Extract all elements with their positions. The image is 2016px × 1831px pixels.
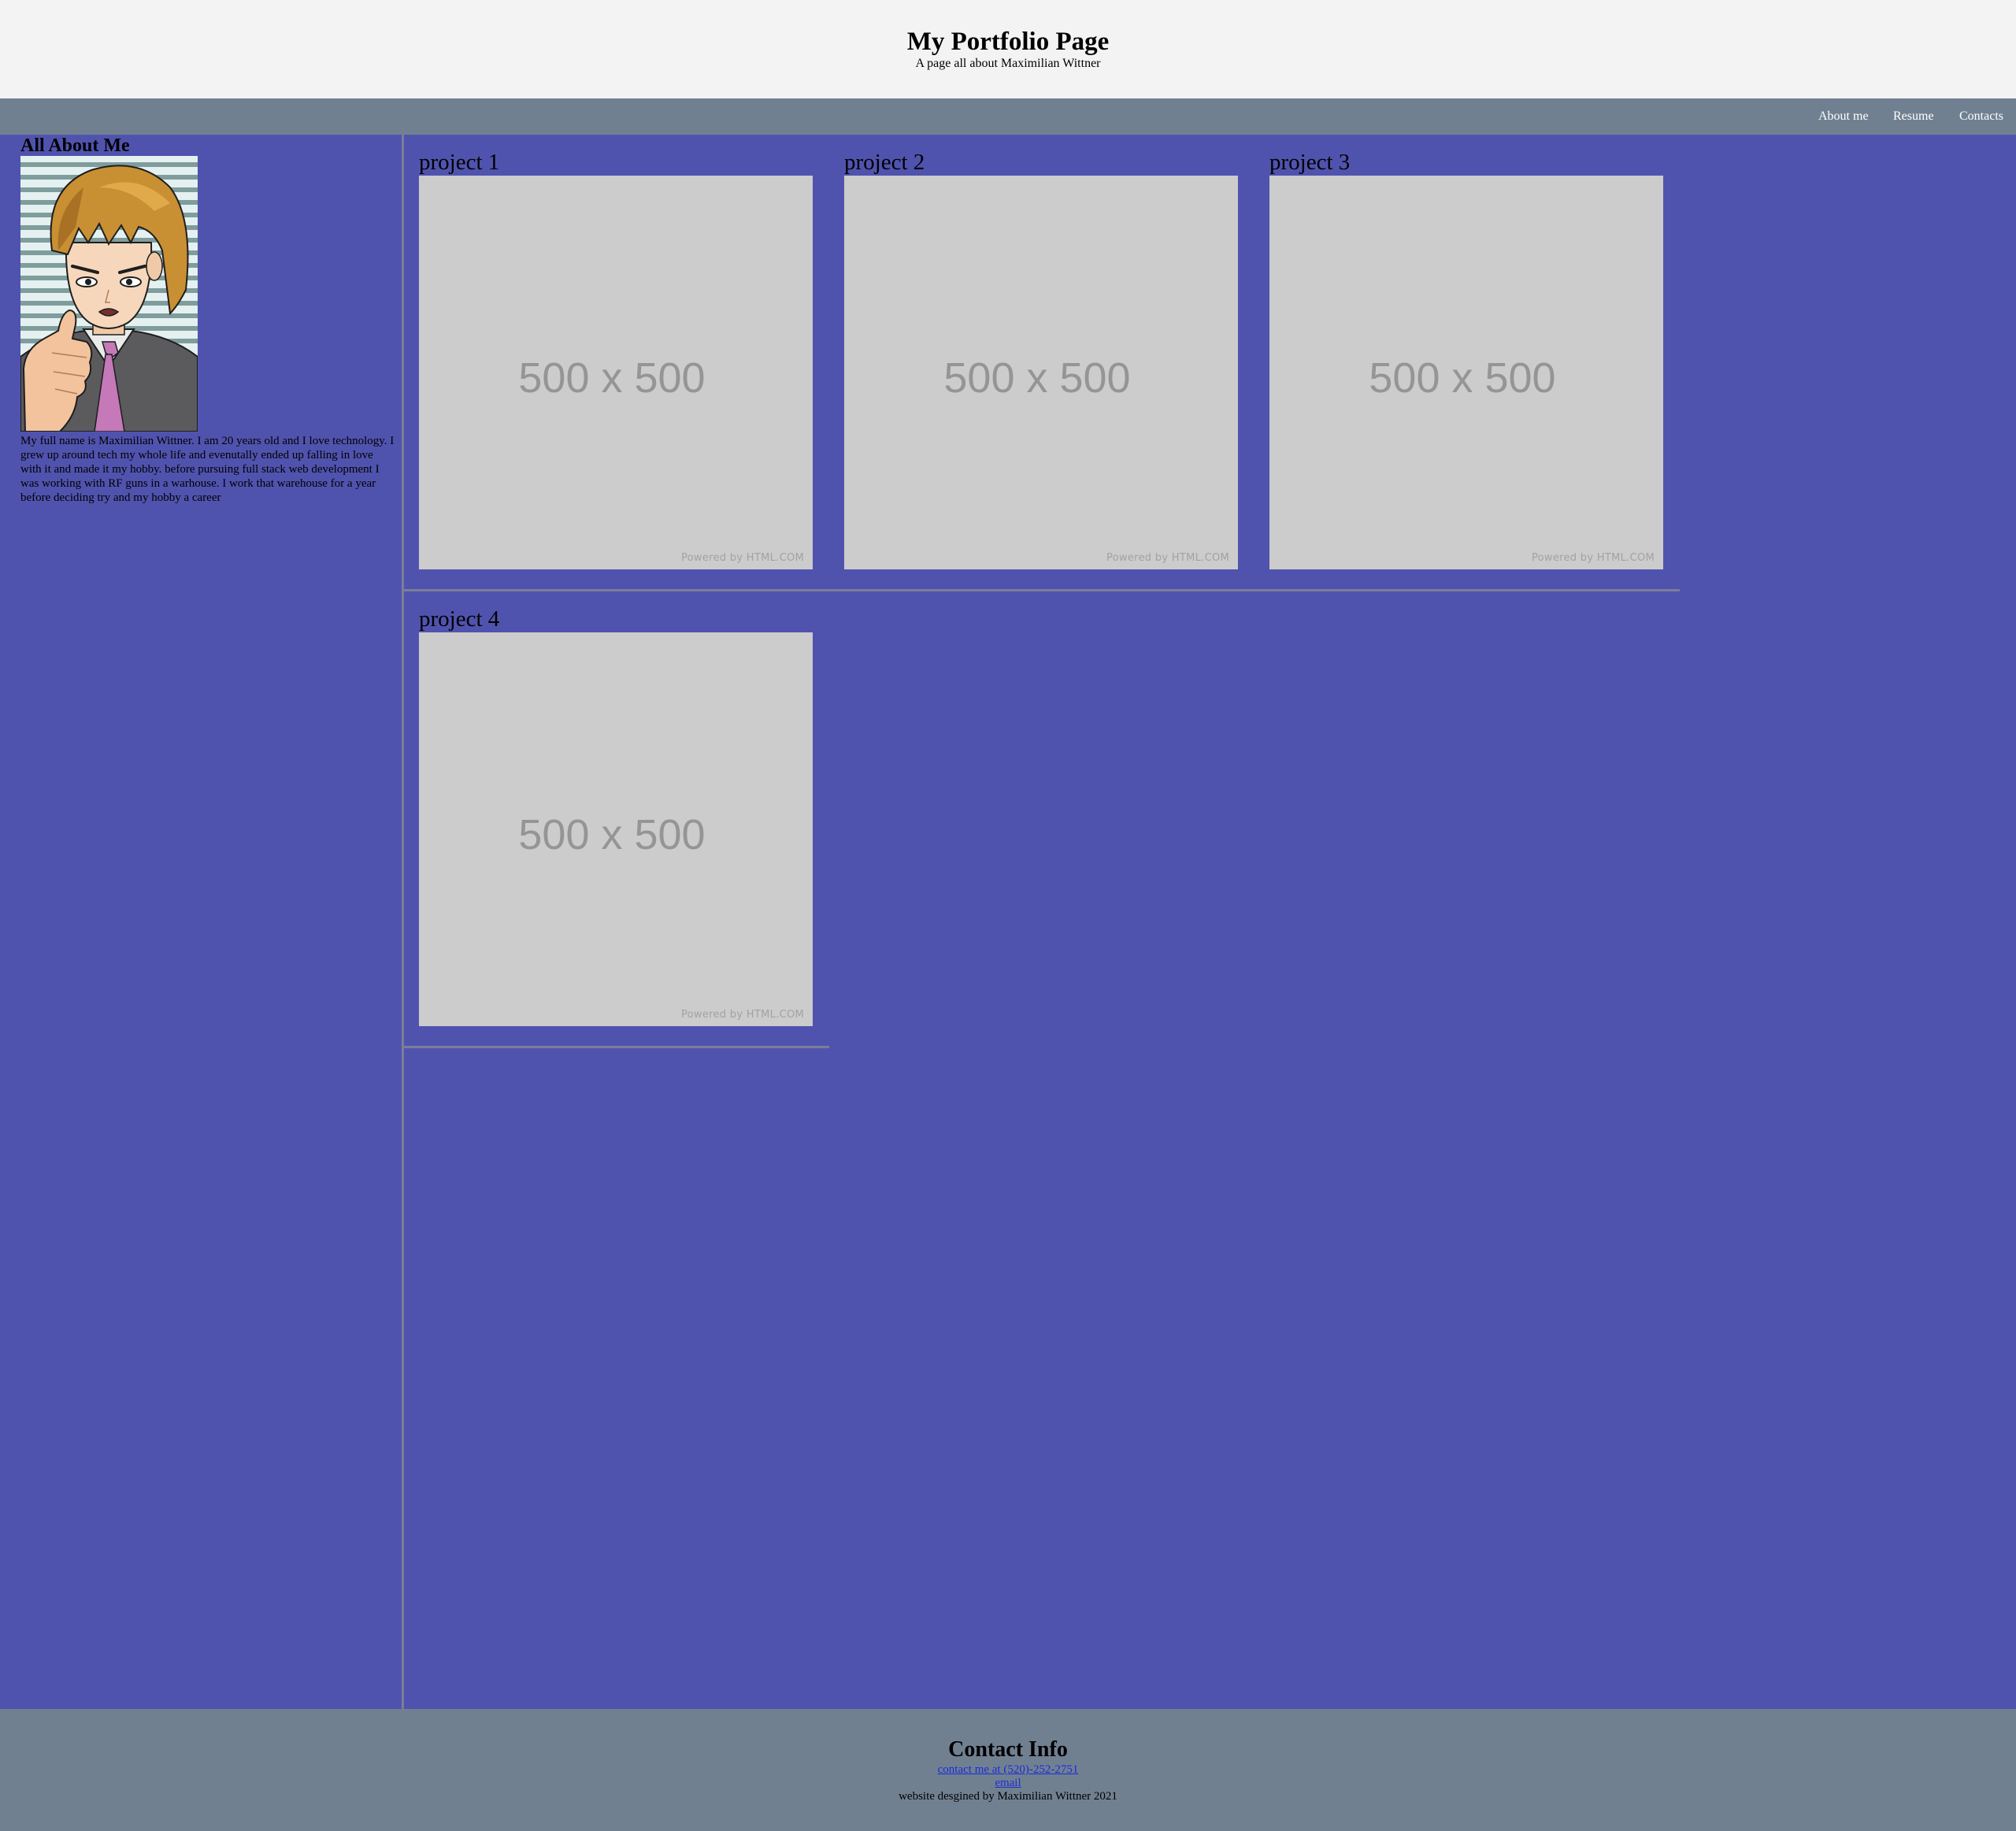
project-row-2: project 4 500 x 500 Powered by HTML.COM (404, 591, 829, 1048)
placeholder-credit: Powered by HTML.COM (680, 1009, 804, 1021)
placeholder-size-text: 500 x 500 (943, 354, 1131, 402)
about-bio: My full name is Maximilian Wittner. I am… (20, 435, 395, 504)
placeholder-credit: Powered by HTML.COM (1531, 552, 1655, 564)
placeholder-size-text: 500 x 500 (518, 811, 706, 858)
placeholder-size-text: 500 x 500 (518, 354, 706, 402)
project-card-4: project 4 500 x 500 Powered by HTML.COM (419, 606, 813, 1026)
project-image-3[interactable]: 500 x 500 Powered by HTML.COM (1269, 176, 1663, 569)
site-footer: Contact Info contact me at (520)-252-275… (0, 1709, 2016, 1831)
page-title: My Portfolio Page (906, 28, 1110, 56)
project-image-1[interactable]: 500 x 500 Powered by HTML.COM (419, 176, 813, 569)
nav-link-resume[interactable]: Resume (1893, 109, 1934, 124)
project-title-1: project 1 (419, 150, 500, 175)
project-image-2[interactable]: 500 x 500 Powered by HTML.COM (844, 176, 1238, 569)
project-card-1: project 1 500 x 500 Powered by HTML.COM (419, 150, 813, 569)
footer-phone-row: contact me at (520)-252-2751 (0, 1763, 2016, 1777)
placeholder-size-text: 500 x 500 (1369, 354, 1556, 402)
email-link[interactable]: email (995, 1777, 1021, 1789)
project-title-3: project 3 (1269, 150, 1351, 175)
footer-heading: Contact Info (948, 1737, 1068, 1762)
phone-link[interactable]: contact me at (520)-252-2751 (938, 1763, 1079, 1776)
nav-link-contacts[interactable]: Contacts (1959, 109, 2003, 124)
avatar (20, 156, 198, 432)
site-header: My Portfolio Page A page all about Maxim… (0, 0, 2016, 98)
project-card-3: project 3 500 x 500 Powered by HTML.COM (1269, 150, 1663, 569)
nav-link-about-me[interactable]: About me (1818, 109, 1869, 124)
project-card-2: project 2 500 x 500 Powered by HTML.COM (844, 150, 1238, 569)
page-subtitle: A page all about Maximilian Wittner (915, 57, 1101, 70)
project-row-1: project 1 500 x 500 Powered by HTML.COM … (404, 135, 1680, 591)
footer-credit: website desgined by Maximilian Wittner 2… (899, 1790, 1117, 1803)
about-sidebar: All About Me My full name is Maximilian … (0, 135, 404, 1709)
placeholder-credit: Powered by HTML.COM (680, 552, 804, 564)
footer-email-row: email (0, 1777, 2016, 1790)
placeholder-credit: Powered by HTML.COM (1106, 552, 1229, 564)
project-title-4: project 4 (419, 606, 500, 632)
project-title-2: project 2 (844, 150, 925, 175)
sidebar-heading: All About Me (20, 135, 130, 156)
nav-bar: About me Resume Contacts (0, 98, 2016, 135)
project-image-4[interactable]: 500 x 500 Powered by HTML.COM (419, 632, 813, 1026)
